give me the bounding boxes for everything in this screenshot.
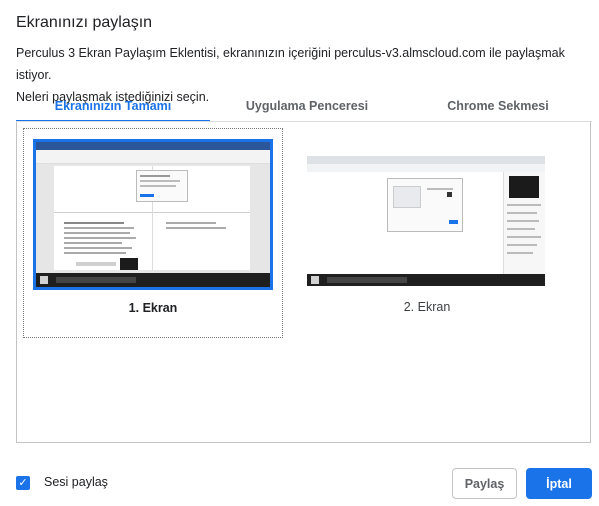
mini-dialog-icon <box>447 192 452 197</box>
description-line-1: Perculus 3 Ekran Paylaşım Eklentisi, ekr… <box>16 46 565 82</box>
sidebar-item <box>507 204 541 206</box>
mini-dialog-text <box>140 185 176 187</box>
sidebar-item <box>507 252 533 254</box>
sidebar-item <box>507 220 539 222</box>
checkmark-icon: ✓ <box>18 477 28 489</box>
sidebar-item <box>507 236 541 238</box>
sidebar-item <box>507 228 535 230</box>
screen-2-thumbnail <box>307 140 545 288</box>
screen-1-label: 1. Ekran <box>128 301 178 315</box>
document-text <box>64 232 130 234</box>
share-button[interactable]: Paylaş <box>452 468 517 499</box>
share-audio-checkbox[interactable]: ✓ <box>16 476 30 490</box>
browser-addressbar <box>307 164 545 172</box>
word-titlebar <box>36 142 270 150</box>
document-text <box>166 222 216 224</box>
start-icon <box>40 276 48 284</box>
mini-dialog-text <box>140 175 170 177</box>
word-ribbon <box>36 150 270 164</box>
document-text <box>166 227 226 229</box>
share-audio-label: Sesi paylaş <box>44 475 108 489</box>
document-text <box>64 227 134 229</box>
tab-chrome-tab-label: Chrome Sekmesi <box>447 99 549 113</box>
mini-thumbnail <box>393 186 421 208</box>
cancel-button[interactable]: İptal <box>526 468 592 499</box>
screen-2-label: 2. Ekran <box>403 300 451 314</box>
share-bar <box>76 262 116 266</box>
document-text <box>64 237 136 239</box>
tab-application-window[interactable]: Uygulama Penceresi <box>210 92 404 122</box>
mini-dialog-button <box>449 220 458 224</box>
tab-entire-screen-label: Ekranınızın Tamamı <box>54 99 172 113</box>
sidebar-item <box>507 212 537 214</box>
document-text <box>64 247 132 249</box>
tab-entire-screen[interactable]: Ekranınızın Tamamı <box>16 92 210 122</box>
screen-option-1[interactable]: 1. Ekran <box>23 128 283 338</box>
taskbar-icons <box>327 277 407 283</box>
screen-1-thumbnail <box>33 139 273 290</box>
dialog-title: Ekranınızı paylaşın <box>16 14 153 31</box>
document-text <box>64 242 122 244</box>
taskbar-icons <box>56 277 136 283</box>
source-tabs: Ekranınızın Tamamı Uygulama Penceresi Ch… <box>16 92 592 122</box>
mini-dialog-button <box>140 194 154 197</box>
tab-chrome-tab[interactable]: Chrome Sekmesi <box>404 92 592 122</box>
mini-dialog-text <box>140 180 180 182</box>
document-text <box>64 252 126 254</box>
browser-tabbar <box>307 156 545 164</box>
screen-list-panel: 1. Ekran 2. Ekran <box>16 122 591 443</box>
sidebar-item <box>507 244 537 246</box>
video-preview <box>509 176 539 198</box>
start-icon <box>311 276 319 284</box>
mini-dialog-text <box>427 188 453 190</box>
document-text <box>64 222 124 224</box>
screen-option-2[interactable]: 2. Ekran <box>297 128 557 338</box>
tab-application-window-label: Uygulama Penceresi <box>245 99 369 113</box>
video-preview <box>120 258 138 270</box>
